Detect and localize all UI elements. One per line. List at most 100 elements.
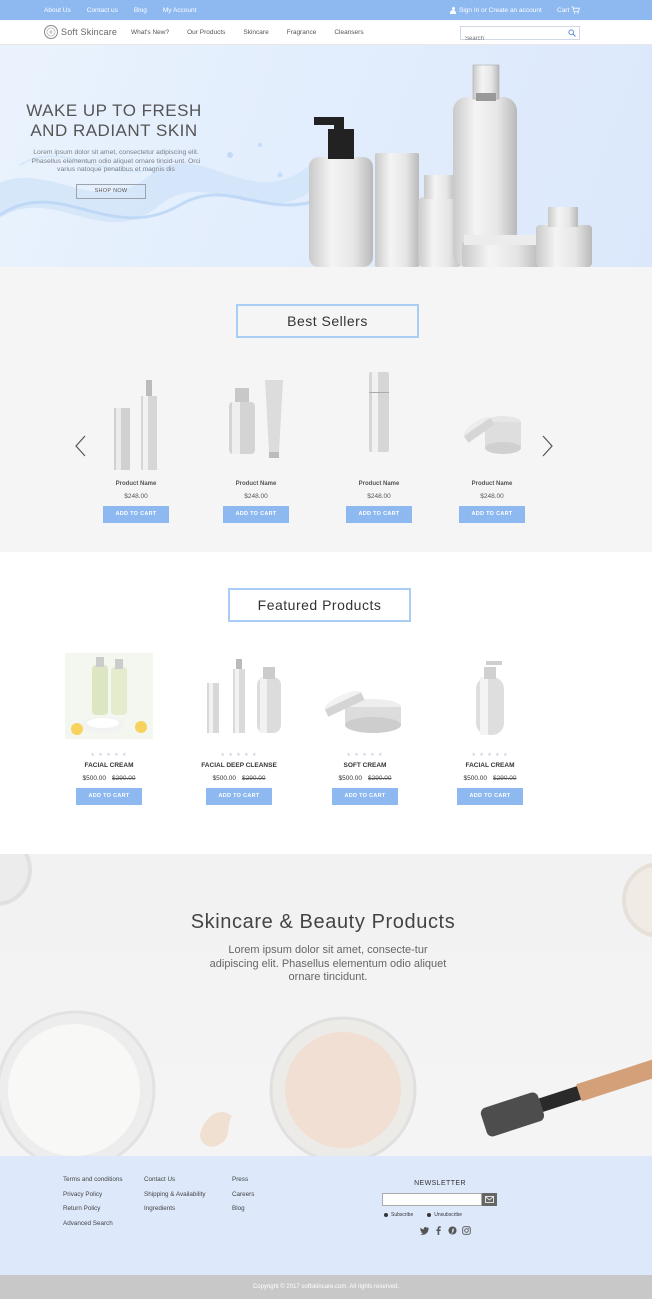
footer-col-3: Press Careers Blog <box>232 1176 254 1220</box>
about-us-link[interactable]: About Us <box>44 7 71 14</box>
product-image <box>65 653 153 739</box>
my-account-link[interactable]: My Account <box>163 7 197 14</box>
add-to-cart-button[interactable]: ADD TO CART <box>332 788 398 805</box>
nav-item-fragrance[interactable]: Fragrance <box>287 29 317 36</box>
facebook-icon[interactable] <box>434 1226 443 1235</box>
product-image <box>229 380 283 458</box>
carousel-next-arrow-icon[interactable] <box>540 435 554 457</box>
contact-us-link[interactable]: Contact Us <box>144 1176 206 1191</box>
price-old: $290.00 <box>493 775 517 782</box>
product-name: Product Name <box>358 481 400 487</box>
add-to-cart-button[interactable]: ADD TO CART <box>346 506 412 523</box>
featured-products-title: Featured Products <box>228 588 411 622</box>
product-image <box>114 380 157 470</box>
ingredients-link[interactable]: Ingredients <box>144 1205 206 1220</box>
best-seller-card: Product Name $248.00 ADD TO CART <box>457 372 527 523</box>
hero-text: Lorem ipsum dolor sit amet, consectetur … <box>31 149 201 173</box>
product-name: FACIAL DEEP CLEANSE <box>201 762 277 769</box>
nav-links: What's New? Our Products Skincare Fragra… <box>131 20 382 45</box>
add-to-cart-button[interactable]: ADD TO CART <box>459 506 525 523</box>
newsletter-options: Subscribe Unsubscribe <box>382 1212 498 1218</box>
terms-link[interactable]: Terms and conditions <box>63 1176 123 1191</box>
best-seller-card: Product Name $248.00 ADD TO CART <box>221 372 291 523</box>
banner-title: Skincare & Beauty Products <box>190 911 456 933</box>
price-old: $290.00 <box>112 775 136 782</box>
unsubscribe-radio[interactable] <box>427 1213 432 1217</box>
newsletter-title: NEWSLETTER <box>414 1180 466 1187</box>
carousel-prev-arrow-icon[interactable] <box>74 435 88 457</box>
advanced-search-link[interactable]: Advanced Search <box>63 1220 123 1235</box>
logo[interactable]: Soft Skincare <box>44 25 117 39</box>
subscribe-radio[interactable] <box>384 1213 388 1217</box>
newsletter-submit-button[interactable] <box>482 1193 497 1206</box>
cart-label: Cart <box>557 6 570 14</box>
hero-products-image <box>309 64 592 267</box>
product-price: $500.00 $290.00 <box>194 775 284 782</box>
nav-item-whats-new[interactable]: What's New? <box>131 29 169 36</box>
banner-text: Lorem ipsum dolor sit amet, consecte-tur… <box>209 944 447 983</box>
hero-title: WAKE UP TO FRESH AND RADIANT SKIN <box>26 101 202 140</box>
search-input[interactable] <box>461 33 561 45</box>
best-seller-card: Product Name $248.00 ADD TO CART <box>101 372 171 523</box>
add-to-cart-button[interactable]: ADD TO CART <box>76 788 142 805</box>
add-to-cart-button[interactable]: ADD TO CART <box>457 788 523 805</box>
shop-now-button[interactable]: SHOP NOW <box>76 184 146 199</box>
best-sellers-section: Best Sellers Product Name $248.00 ADD TO… <box>0 267 652 552</box>
nav-item-cleansers[interactable]: Cleansers <box>334 29 363 36</box>
rating-stars: ★ ★ ★ ★ ★ <box>471 752 509 758</box>
cart-icon <box>571 6 581 14</box>
newsletter: NEWSLETTER Subscribe Unsubscribe <box>382 1180 498 1235</box>
signin-area[interactable]: Sign In or Create an account <box>450 0 542 20</box>
return-policy-link[interactable]: Return Policy <box>63 1205 123 1220</box>
cart-link[interactable]: Cart <box>557 0 581 20</box>
contact-us-link[interactable]: Contact us <box>87 7 118 14</box>
rating-stars: ★ ★ ★ ★ ★ <box>220 752 258 758</box>
product-price: $248.00 <box>480 493 504 500</box>
price-current: $500.00 <box>338 775 363 782</box>
price-current: $500.00 <box>463 775 488 782</box>
top-bar: About Us Contact us Blog My Account Sign… <box>0 0 652 20</box>
search-box <box>460 26 580 45</box>
rating-stars: ★ ★ ★ ★ ★ <box>90 752 128 758</box>
nav-item-our-products[interactable]: Our Products <box>187 29 225 36</box>
product-price: $248.00 <box>367 493 391 500</box>
add-to-cart-button[interactable]: ADD TO CART <box>206 788 272 805</box>
price-old: $290.00 <box>368 775 392 782</box>
best-sellers-title: Best Sellers <box>236 304 419 338</box>
unsubscribe-label: Unsubscribe <box>434 1212 463 1218</box>
signin-link[interactable]: Sign In or Create an account <box>459 7 542 14</box>
twitter-icon[interactable] <box>419 1226 429 1235</box>
press-link[interactable]: Press <box>232 1176 254 1191</box>
logo-text: Soft Skincare <box>61 27 118 37</box>
careers-link[interactable]: Careers <box>232 1191 254 1206</box>
blog-link[interactable]: Blog <box>134 7 147 14</box>
skincare-banner: Skincare & Beauty Products Lorem ipsum d… <box>0 854 652 1156</box>
shipping-link[interactable]: Shipping & Availability <box>144 1191 206 1206</box>
pinterest-icon[interactable] <box>447 1226 457 1235</box>
subscribe-label: Subscribe <box>391 1212 414 1218</box>
price-old: $290.00 <box>242 775 266 782</box>
footer-col-1: Terms and conditions Privacy Policy Retu… <box>63 1176 123 1234</box>
copyright-bar: Copyright © 2017 softskincare.com. All r… <box>0 1275 652 1299</box>
hero-banner: WAKE UP TO FRESH AND RADIANT SKIN Lorem … <box>0 45 652 267</box>
product-price: $248.00 <box>124 493 148 500</box>
banner-background-image <box>0 854 652 1156</box>
featured-product-card: ★ ★ ★ ★ ★ FACIAL CREAM $500.00 $290.00 AD… <box>64 653 154 805</box>
product-price: $248.00 <box>244 493 268 500</box>
featured-product-card: ★ ★ ★ ★ ★ FACIAL DEEP CLEANSE $500.00 $29… <box>194 653 284 805</box>
add-to-cart-button[interactable]: ADD TO CART <box>223 506 289 523</box>
price-current: $500.00 <box>212 775 237 782</box>
instagram-icon[interactable] <box>461 1226 471 1235</box>
product-name: FACIAL CREAM <box>465 762 515 769</box>
search-icon[interactable] <box>568 29 576 37</box>
newsletter-email-input[interactable] <box>382 1193 482 1206</box>
best-seller-card: Product Name $248.00 ADD TO CART <box>344 372 414 523</box>
nav-item-skincare[interactable]: Skincare <box>243 29 268 36</box>
blog-link[interactable]: Blog <box>232 1205 254 1220</box>
newsletter-form <box>382 1193 498 1206</box>
product-price: $500.00 $290.00 <box>64 775 154 782</box>
add-to-cart-button[interactable]: ADD TO CART <box>103 506 169 523</box>
privacy-link[interactable]: Privacy Policy <box>63 1191 123 1206</box>
product-image <box>324 690 401 733</box>
logo-mark-icon <box>44 25 58 39</box>
